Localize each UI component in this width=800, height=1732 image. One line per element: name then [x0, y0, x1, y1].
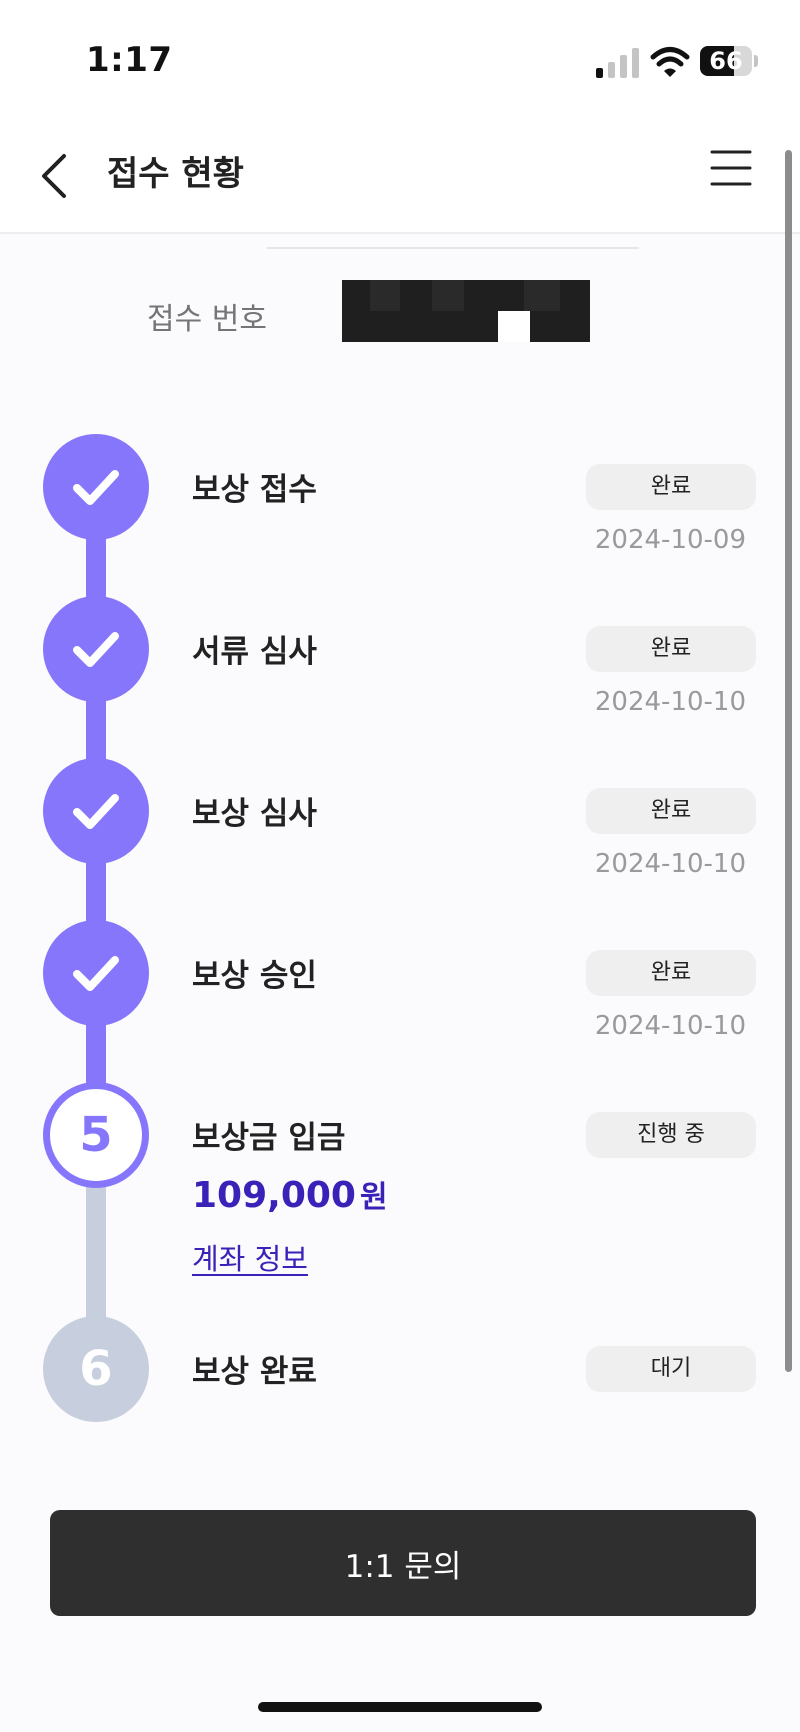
- home-indicator[interactable]: [258, 1702, 542, 1712]
- chevron-left-icon: [42, 154, 66, 198]
- step-3-title: 보상 심사: [192, 796, 317, 832]
- step-4-status-badge: 완료: [586, 950, 756, 996]
- app-header: 접수 현황: [0, 120, 800, 234]
- step-4-date: 2024-10-10: [594, 1011, 746, 1041]
- battery-icon: 66: [700, 44, 760, 78]
- receipt-number-redacted: [342, 280, 590, 342]
- inquiry-button[interactable]: 1:1 문의: [50, 1510, 756, 1616]
- scrollbar[interactable]: [785, 150, 792, 1372]
- signal-icon: [596, 48, 639, 78]
- step-5-title: 보상금 입금: [192, 1120, 346, 1156]
- step-3-indicator: [43, 758, 149, 864]
- checkmark-icon: [73, 470, 119, 505]
- step-3-status-badge: 완료: [586, 788, 756, 834]
- step-6-title: 보상 완료: [192, 1354, 317, 1390]
- step-5-indicator: 5: [43, 1082, 149, 1188]
- wifi-icon: [650, 47, 690, 77]
- step-5-number: 5: [79, 1107, 113, 1163]
- step-1-status-badge: 완료: [586, 464, 756, 510]
- step-4-indicator: [43, 920, 149, 1026]
- page-title: 접수 현황: [107, 154, 244, 194]
- step-1-date: 2024-10-09: [594, 525, 746, 555]
- status-bar: 1:17 66: [0, 0, 800, 120]
- checkmark-icon: [73, 794, 119, 829]
- back-button[interactable]: [30, 142, 90, 206]
- payout-amount-unit: 원: [359, 1180, 388, 1215]
- step-1-indicator: [43, 434, 149, 540]
- receipt-number-label: 접수 번호: [147, 302, 267, 337]
- step-2-date: 2024-10-10: [594, 687, 746, 717]
- step-2-indicator: [43, 596, 149, 702]
- payout-amount: 109,000 원: [192, 1172, 388, 1216]
- step-1-title: 보상 접수: [192, 472, 317, 508]
- step-6-status-badge: 대기: [586, 1346, 756, 1392]
- checkmark-icon: [73, 956, 119, 991]
- step-6-number: 6: [79, 1341, 113, 1397]
- menu-button[interactable]: [706, 148, 756, 198]
- step-3-date: 2024-10-10: [594, 849, 746, 879]
- divider: [267, 247, 639, 249]
- step-5-status-badge: 진행 중: [586, 1112, 756, 1158]
- checkmark-icon: [73, 632, 119, 667]
- hamburger-menu-icon: [710, 150, 752, 186]
- timeline-connector: [86, 1178, 106, 1328]
- payout-amount-value: 109,000: [192, 1175, 356, 1216]
- step-6-indicator: 6: [43, 1316, 149, 1422]
- account-info-link[interactable]: 계좌 정보: [192, 1236, 308, 1278]
- battery-percentage: 66: [709, 47, 743, 75]
- status-time: 1:17: [86, 40, 173, 80]
- step-2-title: 서류 심사: [192, 634, 317, 670]
- step-2-status-badge: 완료: [586, 626, 756, 672]
- step-4-title: 보상 승인: [192, 958, 317, 994]
